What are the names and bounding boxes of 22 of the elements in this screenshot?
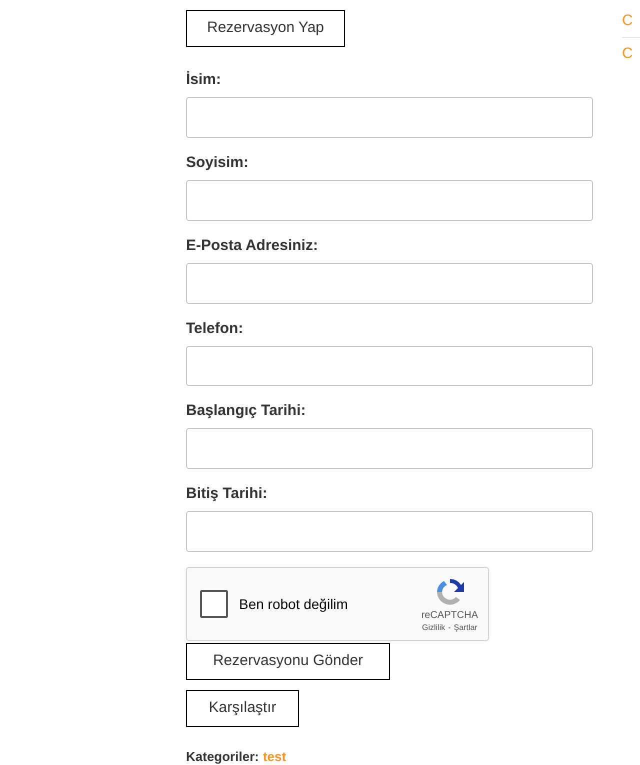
categories-label: Kategoriler: bbox=[186, 748, 259, 765]
field-label: Bitiş Tarihi: bbox=[186, 484, 268, 504]
input-field[interactable] bbox=[186, 96, 593, 138]
field-label: Telefon: bbox=[186, 318, 244, 339]
input-field[interactable] bbox=[186, 180, 593, 221]
captcha-checkbox[interactable] bbox=[200, 590, 228, 618]
field-label: E-Posta Adresiniz: bbox=[186, 236, 319, 256]
field-label: Başlangıç Tarihi: bbox=[186, 401, 307, 422]
reserve-button[interactable]: Rezervasyon Yap bbox=[186, 10, 346, 47]
privacy-link[interactable]: Gizlilik bbox=[422, 622, 446, 633]
input-field[interactable] bbox=[186, 428, 593, 470]
field-label: İsim: bbox=[186, 70, 222, 90]
compare-button[interactable]: Karşılaştır bbox=[186, 690, 299, 727]
field-label: Soyisim: bbox=[186, 152, 250, 173]
terms-link[interactable]: Şartlar bbox=[454, 622, 478, 633]
submit-button[interactable]: Rezervasyonu Gönder bbox=[186, 643, 390, 680]
input-field[interactable] bbox=[186, 346, 593, 386]
input-field[interactable] bbox=[186, 511, 593, 552]
captcha-label: Ben robot değilim bbox=[239, 594, 348, 614]
link-separator: - bbox=[448, 622, 451, 633]
recaptcha-brand: reCAPTCHA bbox=[421, 610, 478, 622]
input-field[interactable] bbox=[186, 262, 593, 304]
